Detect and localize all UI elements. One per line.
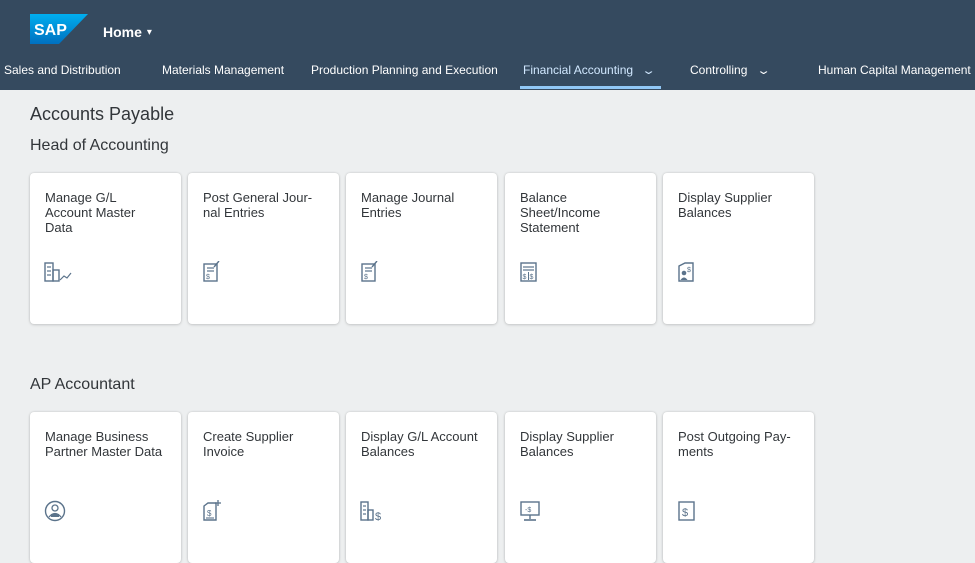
tile-display-supplier-balances[interactable]: Display Supplier Balances $ — [663, 173, 814, 324]
page-title: Accounts Payable — [30, 104, 175, 124]
chevron-down-icon: ⌄ — [755, 65, 771, 77]
sap-logo[interactable]: SAP — [30, 14, 88, 44]
nav-item-label: Sales and Distribution — [4, 63, 121, 77]
space-navigation-bar: Sales and Distribution Materials Managem… — [0, 48, 975, 90]
nav-item-financial-accounting[interactable]: Financial Accounting ⌄ — [523, 63, 657, 77]
svg-text:-$: -$ — [525, 507, 531, 514]
nav-item-label: Materials Management — [162, 63, 285, 77]
tile-title: Post General Jour- nal Entries — [203, 190, 313, 220]
tile-title: Manage Business Partner Master Data — [45, 429, 163, 459]
active-tab-indicator — [520, 86, 661, 89]
chevron-down-icon: ⌄ — [641, 65, 657, 77]
tile-manage-business-partner-master-data[interactable]: Manage Business Partner Master Data — [30, 412, 181, 563]
monitor-dollar-icon: -$ — [520, 501, 540, 521]
nav-item-label: Controlling — [690, 63, 748, 77]
nav-item-label: Production Planning and Execution — [311, 63, 498, 77]
tile-post-general-journal-entries[interactable]: Post General Jour- nal Entries $ — [188, 173, 339, 324]
tile-create-supplier-invoice[interactable]: Create Supplier Invoice $ — [188, 412, 339, 563]
tile-title: Display Supplier Balances — [520, 429, 614, 459]
tile-title: Display G/L Account Balances — [361, 429, 478, 459]
svg-text:SAP: SAP — [34, 22, 67, 39]
person-circle-icon — [44, 500, 66, 522]
tile-title: Manage G/L Account Master Data — [45, 190, 136, 235]
nav-item-label: Human Capital Management — [818, 63, 971, 77]
tile-balance-sheet-income-statement[interactable]: Balance Sheet/Income Statement $ $ — [505, 173, 656, 324]
svg-text:$: $ — [375, 511, 381, 522]
nav-item-materials-management[interactable]: Materials Management — [162, 63, 284, 77]
nav-item-human-capital-management[interactable]: Human Capital Management ⌄ — [818, 63, 975, 77]
svg-text:$: $ — [207, 509, 212, 518]
document-dollar-icon: $ — [203, 261, 220, 282]
tile-title: Manage Journal Entries — [361, 190, 455, 220]
tile-post-outgoing-payments[interactable]: Post Outgoing Pay- ments $ — [663, 412, 814, 563]
create-invoice-icon: $ — [203, 500, 221, 521]
tile-title: Balance Sheet/Income Statement — [520, 190, 601, 235]
home-label: Home — [103, 24, 142, 40]
svg-text:$: $ — [206, 274, 210, 281]
svg-text:$: $ — [364, 274, 368, 281]
balance-sheet-icon: $ $ — [520, 262, 537, 282]
group-title-ap-accountant: AP Accountant — [30, 376, 135, 393]
tile-display-supplier-balances-2[interactable]: Display Supplier Balances -$ — [505, 412, 656, 563]
svg-text:$: $ — [687, 267, 691, 274]
group-title-head-of-accounting: Head of Accounting — [30, 137, 169, 154]
tile-title: Display Supplier Balances — [678, 190, 772, 220]
building-graph-icon — [44, 262, 72, 282]
nav-item-sales-and-distribution[interactable]: Sales and Distribution — [4, 63, 121, 77]
svg-text:$: $ — [530, 274, 534, 281]
tile-title: Post Outgoing Pay- ments — [678, 429, 791, 459]
supplier-dollar-icon: $ — [678, 262, 694, 282]
home-menu-button[interactable]: Home ▾ — [103, 24, 152, 40]
dollar-box-icon: $ — [678, 501, 695, 521]
tile-display-gl-account-balances[interactable]: Display G/L Account Balances $ — [346, 412, 497, 563]
tile-title: Create Supplier Invoice — [203, 429, 294, 459]
document-dollar-icon: $ — [361, 261, 378, 282]
nav-item-label: Financial Accounting — [523, 63, 634, 77]
caret-down-icon: ▾ — [146, 26, 152, 38]
nav-item-production-planning[interactable]: Production Planning and Execution — [311, 63, 498, 77]
svg-text:$: $ — [682, 507, 688, 519]
shell-header: SAP Home ▾ — [0, 0, 975, 48]
nav-item-controlling[interactable]: Controlling ⌄ — [690, 63, 771, 77]
tile-manage-gl-account-master-data[interactable]: Manage G/L Account Master Data — [30, 173, 181, 324]
svg-text:$: $ — [523, 274, 527, 281]
building-dollar-icon: $ — [360, 501, 381, 522]
tile-manage-journal-entries[interactable]: Manage Journal Entries $ — [346, 173, 497, 324]
